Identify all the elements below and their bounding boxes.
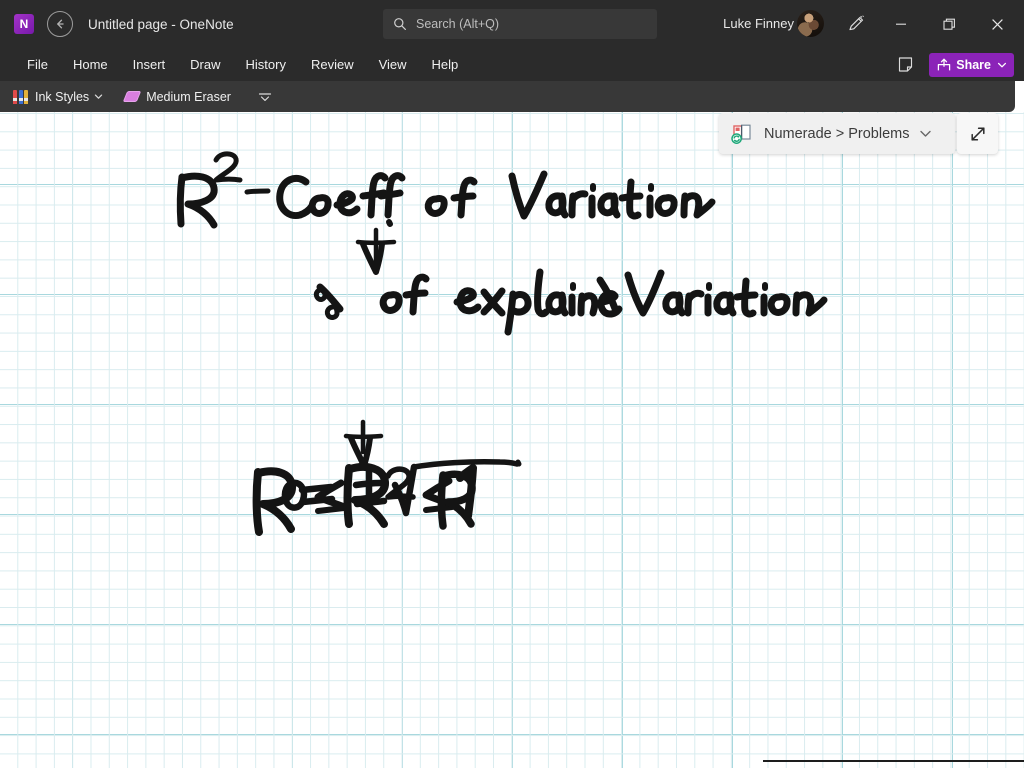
- menu-item-help[interactable]: Help: [421, 52, 470, 77]
- search-input[interactable]: [416, 17, 647, 31]
- notes-button[interactable]: [891, 52, 919, 78]
- share-icon: [938, 58, 951, 70]
- menu-item-insert[interactable]: Insert: [122, 52, 177, 77]
- menu-bar: File Home Insert Draw History Review Vie…: [0, 48, 1024, 81]
- pen-yellow-icon: [24, 89, 28, 104]
- ink-line-2: [313, 268, 828, 336]
- menu-bar-right-group: Share: [891, 48, 1024, 81]
- pen-blue-icon: [18, 89, 23, 104]
- chevron-down-icon: [94, 88, 103, 106]
- chevron-double-down-icon: [258, 92, 272, 101]
- avatar-photo: [797, 10, 824, 37]
- medium-eraser-label: Medium Eraser: [146, 89, 231, 104]
- menu-item-file[interactable]: File: [16, 52, 59, 77]
- menu-item-review[interactable]: Review: [300, 52, 365, 77]
- note-canvas[interactable]: [0, 112, 1024, 768]
- numerade-expand-button[interactable]: [957, 113, 998, 154]
- draw-toolbar: Ink Styles Medium Eraser: [0, 81, 1015, 112]
- onenote-logo-icon: N: [14, 14, 34, 34]
- ink-arrow-1-head: [360, 241, 385, 275]
- chevron-down-icon: [920, 130, 932, 137]
- pen-icon: [849, 15, 864, 31]
- search-box[interactable]: [383, 9, 657, 39]
- bottom-divider: [763, 760, 1024, 762]
- account-name[interactable]: Luke Finney: [723, 16, 794, 31]
- avatar[interactable]: [797, 10, 824, 37]
- numerade-sync-icon: [731, 123, 753, 145]
- toolbar-more-button[interactable]: [257, 90, 273, 104]
- menu-item-history[interactable]: History: [235, 52, 297, 77]
- ink-styles-label: Ink Styles: [35, 89, 90, 104]
- close-icon: [991, 18, 1003, 30]
- document-title: Untitled page - OneNote: [88, 16, 234, 32]
- minimize-button[interactable]: [878, 0, 924, 48]
- onenote-logo-letter: N: [19, 17, 29, 31]
- chevron-down-icon: [997, 62, 1007, 67]
- share-button[interactable]: Share: [929, 52, 1014, 77]
- menu-item-view[interactable]: View: [368, 52, 418, 77]
- eraser-icon: [122, 91, 142, 102]
- medium-eraser-button[interactable]: Medium Eraser: [103, 90, 231, 104]
- ink-styles-icon: [13, 89, 28, 104]
- share-button-label: Share: [956, 57, 991, 72]
- expand-diagonal-icon: [970, 126, 985, 141]
- title-bar: N Untitled page - OneNote Luke Finney: [0, 0, 1024, 48]
- restore-button[interactable]: [926, 0, 972, 48]
- ink-arrow-2-head: [348, 435, 373, 469]
- sticky-note-icon: [898, 57, 912, 72]
- numerade-panel[interactable]: Numerade > Problems: [719, 113, 955, 154]
- numerade-collapse-button[interactable]: [918, 126, 933, 141]
- menu-item-home[interactable]: Home: [62, 52, 119, 77]
- ink-strokes-layer: [0, 112, 1024, 768]
- draw-pen-button[interactable]: [844, 12, 868, 36]
- search-icon: [394, 18, 406, 30]
- back-button[interactable]: [47, 11, 73, 37]
- close-button[interactable]: [974, 0, 1020, 48]
- restore-icon: [942, 18, 955, 30]
- handwriting-ink: [176, 151, 828, 536]
- ink-styles-button[interactable]: Ink Styles: [0, 88, 103, 106]
- pen-red-icon: [13, 89, 17, 104]
- minimize-icon: [896, 23, 906, 25]
- back-arrow-icon: [57, 19, 64, 29]
- menu-item-draw[interactable]: Draw: [179, 52, 231, 77]
- numerade-breadcrumb: Numerade > Problems: [764, 125, 910, 142]
- ink-line-1: [176, 151, 716, 229]
